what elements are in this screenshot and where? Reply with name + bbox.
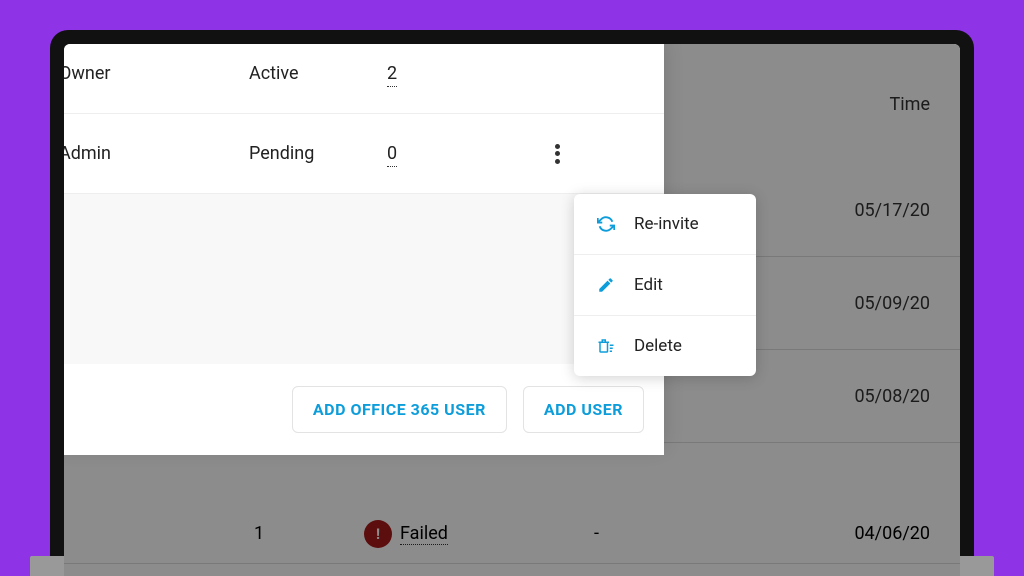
edit-icon (596, 275, 616, 295)
refresh-icon (596, 214, 616, 234)
screen: d To Time 05/17/20 05/09/20 05/08/20 1 !… (64, 44, 960, 576)
device-frame: d To Time 05/17/20 05/09/20 05/08/20 1 !… (50, 30, 974, 576)
menu-item-reinvite[interactable]: Re-invite (574, 194, 756, 255)
menu-item-label: Delete (634, 336, 682, 356)
modal-footer: ADD OFFICE 365 USER ADD USER (64, 364, 664, 455)
user-row-admin[interactable]: Admin Pending 0 (64, 114, 664, 194)
user-status: Active (249, 63, 387, 84)
add-office365-user-button[interactable]: ADD OFFICE 365 USER (292, 386, 507, 433)
delete-icon (596, 336, 616, 356)
menu-item-delete[interactable]: Delete (574, 316, 756, 376)
add-user-button[interactable]: ADD USER (523, 386, 644, 433)
user-count: 0 (387, 143, 537, 164)
menu-item-label: Edit (634, 275, 663, 295)
user-status: Pending (249, 143, 387, 164)
menu-item-edit[interactable]: Edit (574, 255, 756, 316)
menu-item-label: Re-invite (634, 214, 699, 234)
user-role: Owner (64, 63, 249, 84)
user-row-owner[interactable]: Owner Active 2 (64, 44, 664, 114)
kebab-icon (555, 144, 559, 164)
user-role: Admin (64, 143, 249, 164)
kebab-menu-button[interactable] (537, 144, 577, 164)
context-menu: Re-invite Edit (574, 194, 756, 376)
user-count: 2 (387, 63, 537, 84)
